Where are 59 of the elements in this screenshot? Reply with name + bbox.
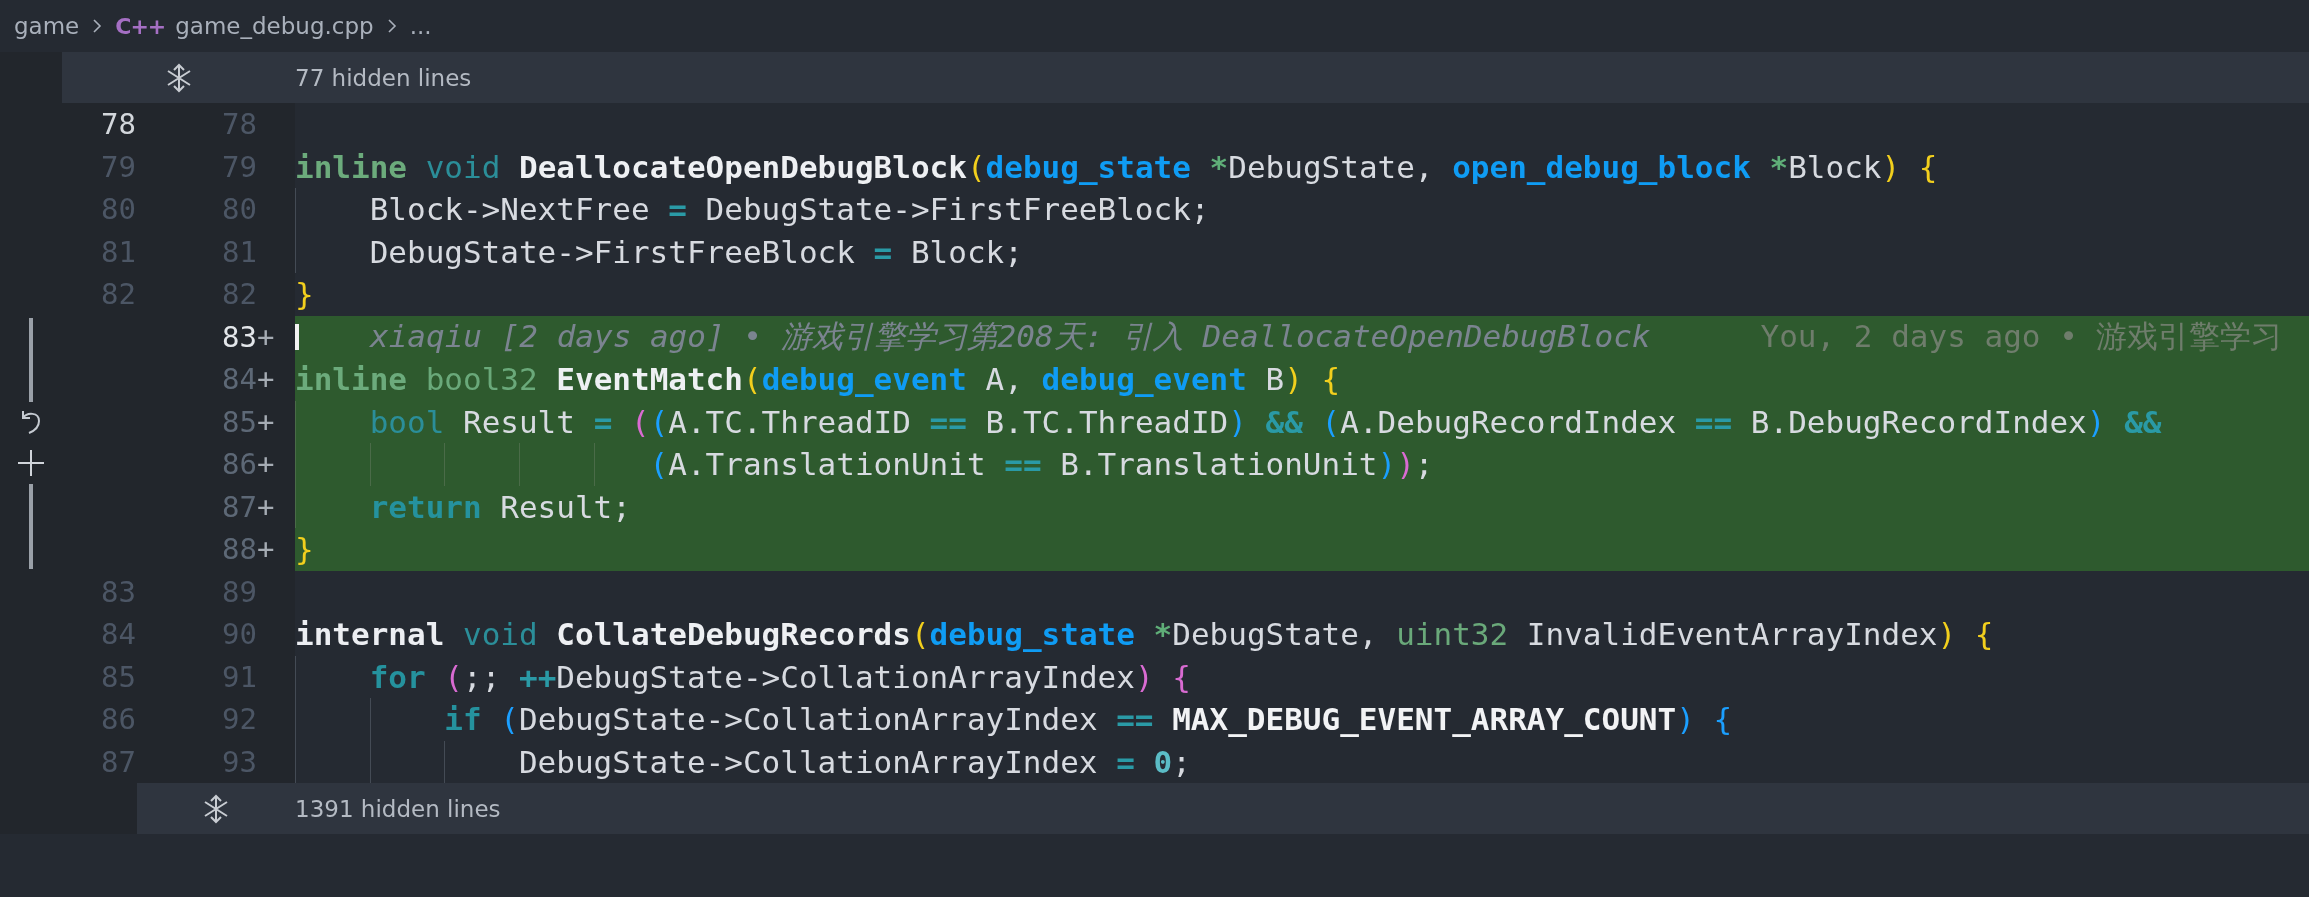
added-line-marker: + <box>257 404 276 439</box>
line-number: 84 <box>100 617 136 652</box>
line-number: 88 <box>221 532 257 567</box>
breadcrumb-item[interactable]: game <box>14 13 80 39</box>
line-number: 87 <box>100 744 136 779</box>
added-line-marker: + <box>257 319 276 354</box>
code-line: for (;; ++DebugState->CollationArrayIndex) { <box>369 657 1191 697</box>
line-number: 80 <box>100 192 136 227</box>
line-number: 85 <box>221 404 257 439</box>
hidden-lines-label: 1391 hidden lines <box>295 795 501 822</box>
code-line: bool Result = ((A.TC.ThreadID == B.TC.ThreadID) && (A.DebugRecordIndex == B.DebugRecordIndex) && <box>369 402 2162 442</box>
line-number: 82 <box>100 277 136 312</box>
hidden-lines-label: 77 hidden lines <box>295 64 472 91</box>
line-number: 82 <box>221 277 257 312</box>
line-number: 78 <box>100 107 136 142</box>
line-number: 83 <box>100 574 136 609</box>
code-line: DebugState->CollationArrayIndex = 0; <box>518 742 1191 782</box>
line-number: 83 <box>221 319 257 354</box>
line-number: 81 <box>100 234 136 269</box>
text-cursor <box>295 323 299 350</box>
blame-annotation: xiaqiu [2 days ago] • 游戏引擎学习第208天: 引入 DeallocateOpenDebugBlock <box>370 316 1651 356</box>
line-number: 92 <box>221 702 257 737</box>
added-line-marker: + <box>257 532 276 567</box>
code-line: inline bool32 EventMatch(debug_event A, debug_event B) { <box>295 360 1341 399</box>
code-line: if (DebugState->CollationArrayIndex == MAX_DEBUG_EVENT_ARRAY_COUNT) { <box>444 700 1733 739</box>
line-number: 90 <box>221 617 257 652</box>
added-line-marker: + <box>257 489 276 524</box>
hidden-lines-bar[interactable]: 77 hidden lines <box>62 52 2309 103</box>
line-number: 89 <box>221 574 257 609</box>
plus-icon[interactable] <box>16 448 46 478</box>
code-line: Block->NextFree = DebugState->FirstFreeBlock; <box>369 190 1210 229</box>
hidden-lines-bar[interactable]: 1391 hidden lines <box>137 783 2309 834</box>
added-line-marker: + <box>257 447 276 482</box>
line-number: 87 <box>221 489 257 524</box>
line-number: 78 <box>221 107 257 142</box>
line-number: 81 <box>221 234 257 269</box>
line-number: 80 <box>221 192 257 227</box>
added-line-marker: + <box>257 362 276 397</box>
code-line: } <box>295 275 314 314</box>
code-line: DebugState->FirstFreeBlock = Block; <box>369 232 1023 272</box>
line-number: 79 <box>221 149 257 184</box>
breadcrumb-item[interactable]: ... <box>409 13 432 39</box>
line-number: 91 <box>221 659 257 694</box>
line-number: 79 <box>100 149 136 184</box>
code-line: inline void DeallocateOpenDebugBlock(debug_state *DebugState, open_debug_block *Block) { <box>295 147 1938 187</box>
unfold-icon[interactable] <box>202 793 230 824</box>
line-number: 85 <box>100 659 136 694</box>
line-number: 93 <box>221 744 257 779</box>
breadcrumb-item[interactable]: game_debug.cpp <box>175 13 374 39</box>
line-number: 86 <box>100 702 136 737</box>
code-line: (A.TranslationUnit == B.TranslationUnit)); <box>649 445 1434 484</box>
code-line: internal void CollateDebugRecords(debug_state *DebugState, uint32 InvalidEventArrayIndex) { <box>295 615 1994 654</box>
current-line-blame: You, 2 days ago • 游戏引擎学习 <box>1760 316 2283 356</box>
revert-icon[interactable] <box>19 408 43 436</box>
code-line: } <box>295 530 314 569</box>
cpp-file-icon: C++ <box>115 13 166 39</box>
code-line: return Result; <box>369 487 631 527</box>
line-number: 84 <box>221 362 257 397</box>
line-number: 86 <box>221 447 257 482</box>
